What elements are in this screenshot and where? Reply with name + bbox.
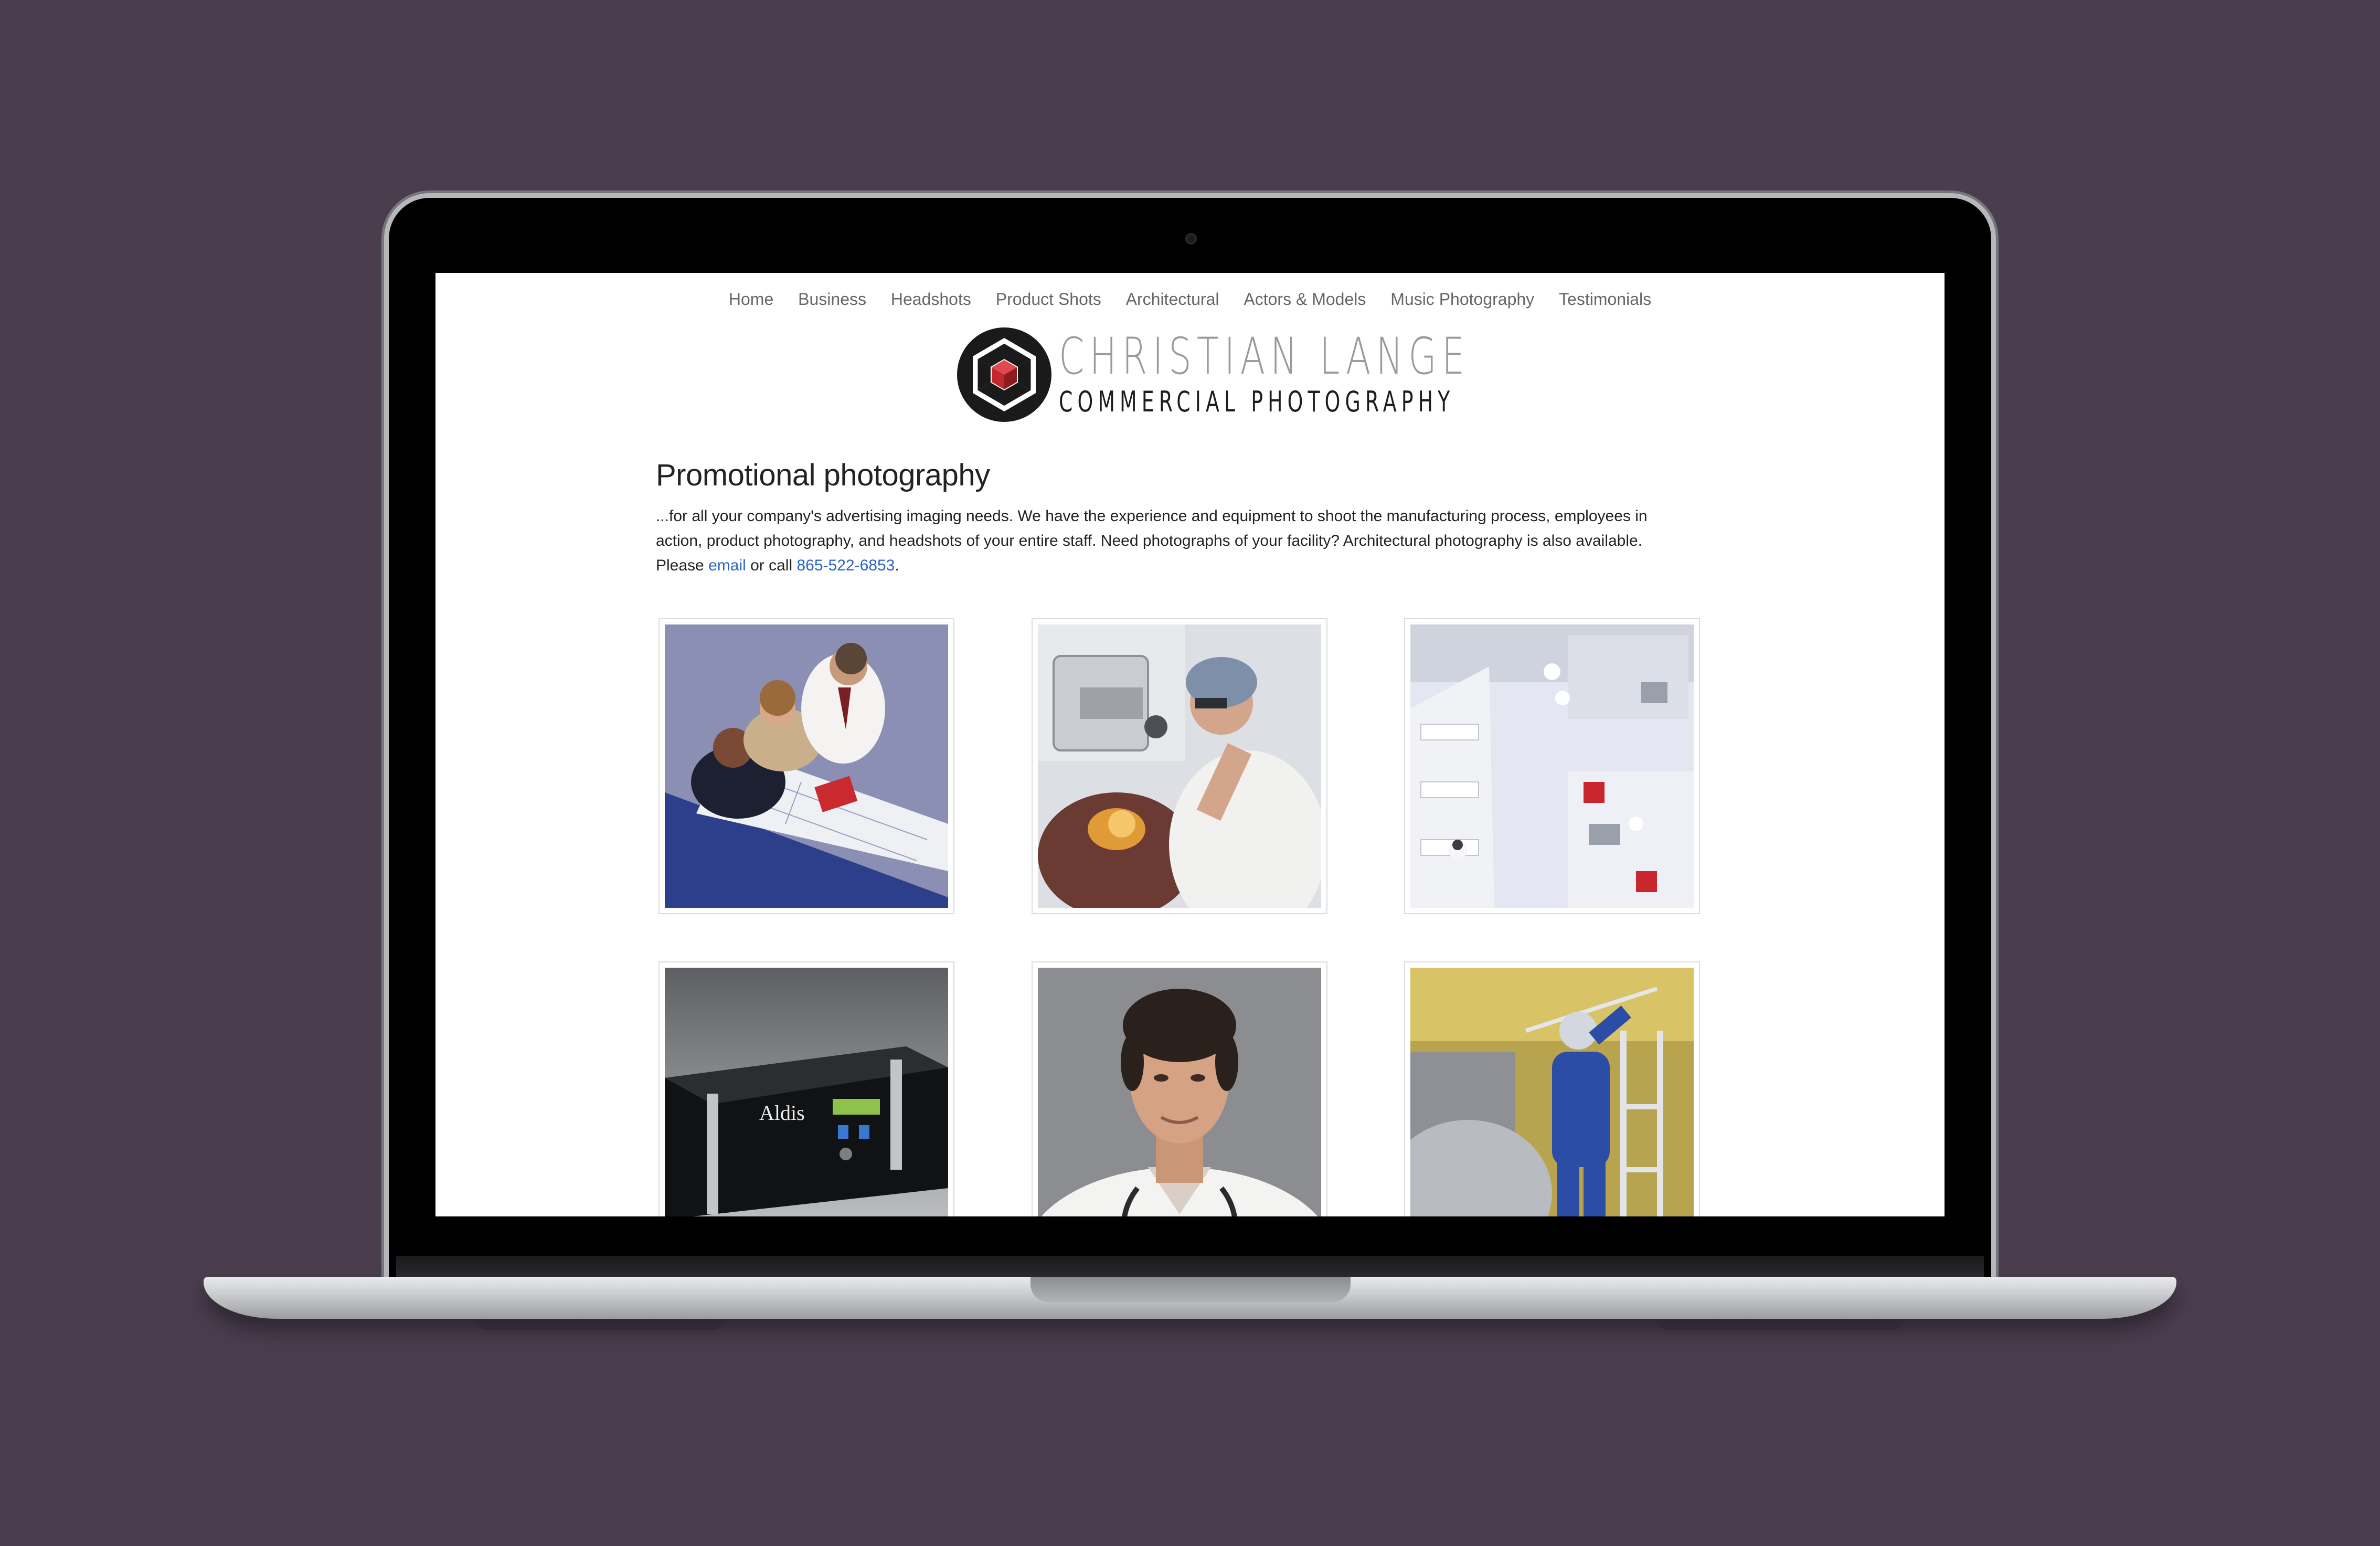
nav-actors-models[interactable]: Actors & Models — [1244, 290, 1366, 309]
nav-testimonials[interactable]: Testimonials — [1559, 290, 1651, 309]
site-logo[interactable]: CHRISTIAN LANGE COMMERCIAL PHOTOGRAPHY — [956, 326, 1465, 423]
nav-product-shots[interactable]: Product Shots — [996, 290, 1101, 309]
intro-paragraph: ...for all your company's advertising im… — [656, 504, 1674, 578]
laptop-notch — [1030, 1277, 1351, 1302]
photo-thumbnail[interactable] — [1404, 961, 1700, 1216]
nav-headshots[interactable]: Headshots — [891, 290, 971, 309]
main-nav: Home Business Headshots Product Shots Ar… — [435, 290, 1945, 309]
factory-worker-photo — [1410, 968, 1694, 1216]
aldis-brand-label: Aldis — [759, 1101, 805, 1125]
nav-home[interactable]: Home — [729, 290, 773, 309]
laptop-foot — [476, 1319, 723, 1330]
photo-thumbnail[interactable]: Aldis — [658, 961, 954, 1216]
photo-thumbnail[interactable] — [1404, 618, 1700, 914]
eye-doctor-photo — [1038, 624, 1321, 908]
nav-music-photography[interactable]: Music Photography — [1390, 290, 1534, 309]
laptop-base — [204, 1277, 2176, 1330]
photo-thumbnail[interactable] — [1032, 961, 1327, 1216]
logo-name: CHRISTIAN LANGE — [1059, 327, 1470, 386]
browser-viewport: Home Business Headshots Product Shots Ar… — [435, 273, 1945, 1216]
aldis-equipment-photo: Aldis — [665, 968, 948, 1216]
photo-thumbnail[interactable] — [658, 618, 954, 914]
page-title: Promotional photography — [656, 458, 990, 492]
nav-architectural[interactable]: Architectural — [1126, 290, 1219, 309]
aperture-logo-icon — [957, 327, 1051, 422]
phone-link[interactable]: 865-522-6853 — [796, 557, 895, 574]
logo-tagline: COMMERCIAL PHOTOGRAPHY — [1059, 385, 1455, 418]
laptop-foot — [1657, 1319, 1904, 1330]
intro-or-call: or call — [746, 557, 797, 574]
business-meeting-photo — [665, 624, 948, 908]
photo-thumbnail[interactable] — [1032, 618, 1327, 914]
nav-business[interactable]: Business — [798, 290, 866, 309]
doctor-headshot-photo — [1038, 968, 1321, 1216]
camera-icon — [1185, 233, 1197, 245]
intro-period: . — [895, 557, 899, 574]
email-link[interactable]: email — [708, 557, 746, 574]
laboratory-photo — [1410, 624, 1694, 908]
